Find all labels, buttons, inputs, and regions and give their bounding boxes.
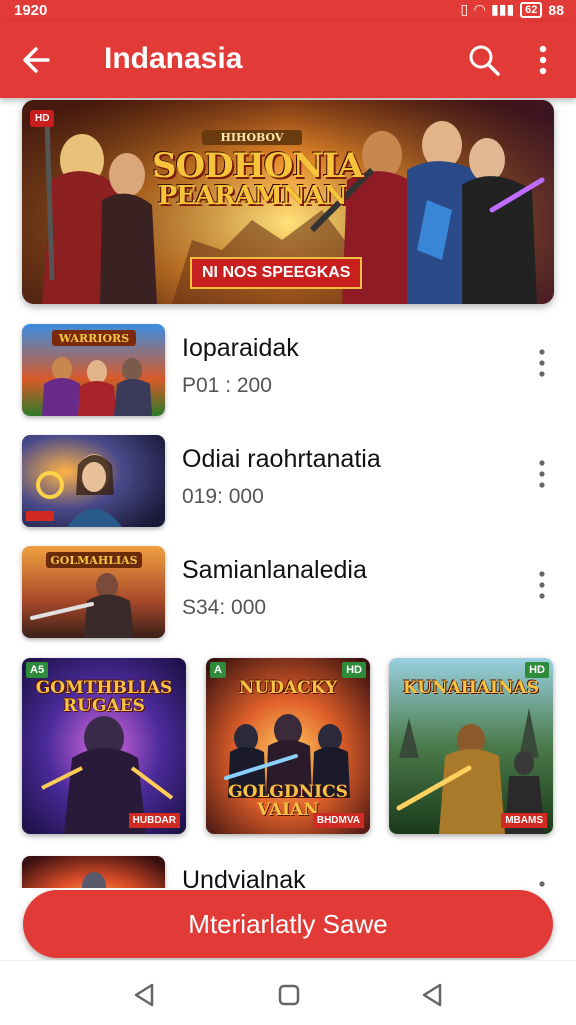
- nav-recents-icon: [422, 983, 442, 1007]
- list-item[interactable]: Undvialnak: [22, 856, 554, 888]
- more-vert-icon: [539, 881, 545, 887]
- more-vert-icon: [539, 45, 547, 75]
- list-item[interactable]: GOLMAHLIAS Samianlanaledia S34: 000: [22, 546, 554, 640]
- banner-badge: HD: [30, 110, 55, 127]
- thumb-title: GOLMAHLIAS: [50, 554, 137, 567]
- status-right-text: 88: [548, 1, 564, 18]
- banner-subtitle: NI NOS SPEEGKAS: [190, 257, 363, 289]
- card-title: GOMTHBLIAS RUGAES: [35, 678, 173, 716]
- nav-back-icon: [134, 983, 154, 1007]
- primary-action-button[interactable]: Mteriarlatly Sawe: [23, 890, 553, 958]
- featured-banner[interactable]: HD HIHOBOV SODHONIA PEARAMNAN NI NOS SPE…: [22, 100, 554, 304]
- game-card[interactable]: HD KUNAHAINAS MBAMS: [389, 658, 553, 834]
- list-item-title: Ioparaidak: [182, 334, 299, 362]
- card-badge: MBAMS: [501, 813, 547, 828]
- banner-title: HIHOBOV SODHONIA PEARAMNAN: [152, 130, 364, 211]
- item-menu-button[interactable]: [530, 878, 554, 888]
- page-title: Indanasia: [104, 42, 243, 75]
- app-bar: Indanasia: [0, 22, 576, 98]
- game-thumbnail: GOLMAHLIAS: [22, 546, 165, 638]
- wifi-icon: ◠: [474, 1, 486, 17]
- item-menu-button[interactable]: [530, 346, 554, 380]
- card-title: NUDACKY: [238, 678, 338, 698]
- game-thumbnail: [22, 435, 165, 527]
- signal-icon: ▮▮▮: [491, 1, 515, 17]
- list-item-meta: S34: 000: [182, 596, 267, 619]
- nav-home-icon: [278, 984, 300, 1006]
- card-tag-hd: HD: [525, 662, 549, 678]
- banner-title-small: HIHOBOV: [202, 130, 302, 145]
- more-vert-icon: [539, 571, 545, 599]
- list-item[interactable]: Odiai raohrtanatia 019: 000: [22, 435, 554, 529]
- status-icons: ▯ ◠ ▮▮▮ 62 88: [461, 1, 564, 18]
- nav-recents-button[interactable]: [418, 981, 446, 1009]
- back-arrow-icon: [23, 47, 50, 73]
- search-icon: [469, 45, 500, 76]
- banner-title-line2: PEARAMNAN: [157, 181, 348, 211]
- thumb-title: WARRIORS: [58, 332, 129, 345]
- list-item-meta: 019: 000: [182, 485, 264, 508]
- more-vert-icon: [539, 349, 545, 377]
- card-badge: BHDMVA: [312, 813, 364, 828]
- banner-title-line1: SODHONIA: [152, 146, 364, 186]
- system-nav-bar: [0, 960, 576, 1025]
- game-card[interactable]: A5 GOMTHBLIAS RUGAES HUBDAR: [22, 658, 186, 834]
- more-vert-icon: [539, 460, 545, 488]
- item-menu-button[interactable]: [530, 568, 554, 602]
- nav-home-button[interactable]: [275, 981, 303, 1009]
- game-thumbnail: [22, 856, 165, 888]
- list-item-title: Undvialnak: [182, 866, 306, 888]
- card-tag-hd: HD: [342, 662, 366, 678]
- card-title: KUNAHAINAS: [403, 678, 539, 698]
- list-item-title: Samianlanaledia: [182, 556, 367, 584]
- search-button[interactable]: [466, 42, 502, 78]
- nav-back-button[interactable]: [130, 981, 158, 1009]
- back-button[interactable]: [18, 40, 58, 80]
- content-scroll[interactable]: HD HIHOBOV SODHONIA PEARAMNAN NI NOS SPE…: [0, 98, 576, 888]
- card-tag: A: [210, 662, 226, 678]
- item-menu-button[interactable]: [530, 457, 554, 491]
- game-card[interactable]: A HD NUDACKY GOLGDNICS VAIAN BHDMVA: [206, 658, 370, 834]
- card-badge: HUBDAR: [128, 813, 180, 828]
- game-thumbnail: WARRIORS: [22, 324, 165, 416]
- card-tag: A5: [26, 662, 49, 678]
- battery-icon: 62: [520, 1, 543, 18]
- list-item[interactable]: WARRIORS Ioparaidak P01 : 200: [22, 324, 554, 418]
- sim-icon: ▯: [460, 1, 469, 17]
- list-item-title: Odiai raohrtanatia: [182, 445, 381, 473]
- list-item-meta: P01 : 200: [182, 374, 272, 397]
- overflow-menu-button[interactable]: [528, 42, 558, 78]
- status-time: 1920: [14, 2, 48, 19]
- status-bar: 1920 ▯ ◠ ▮▮▮ 62 88: [0, 0, 576, 22]
